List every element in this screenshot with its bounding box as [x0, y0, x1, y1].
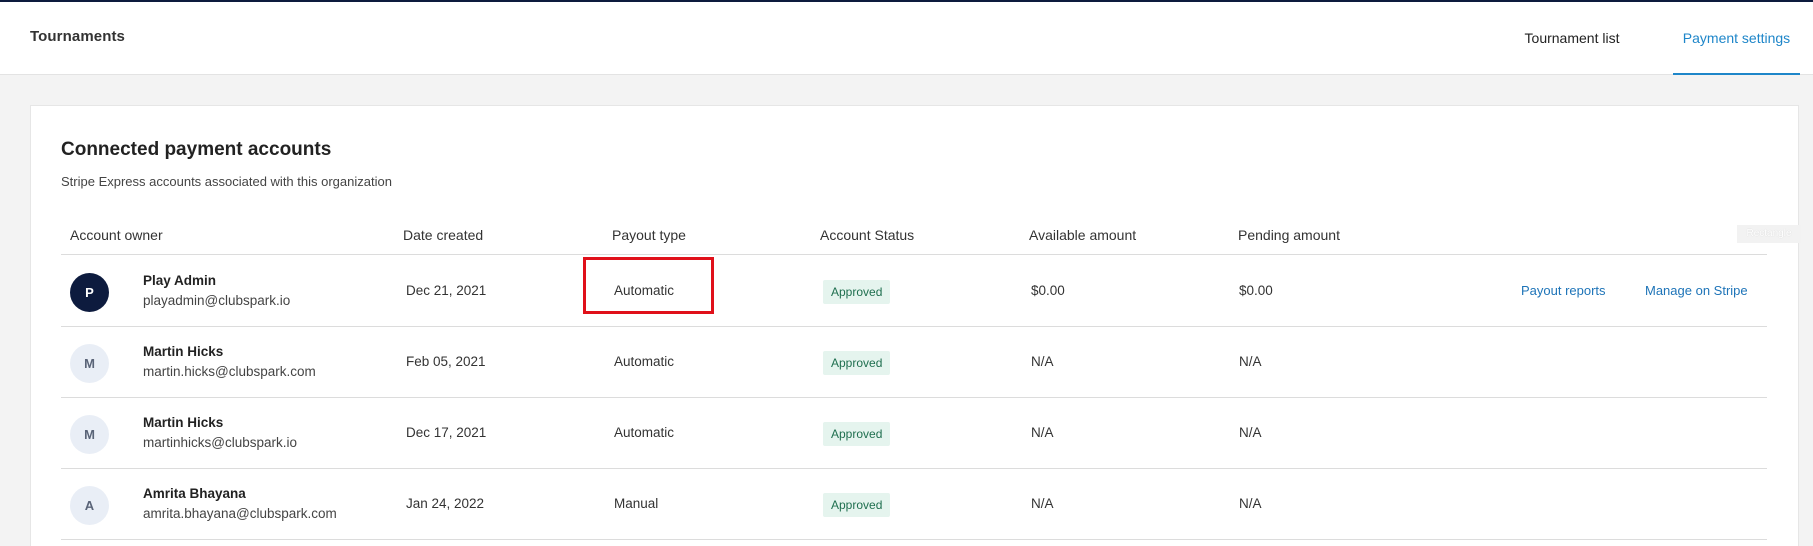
pending-amount: N/A [1239, 354, 1262, 369]
payment-accounts-card: Connected payment accounts Stripe Expres… [30, 105, 1799, 546]
status-badge: Approved [823, 351, 891, 375]
column-header-payout-type: Payout type [612, 227, 686, 243]
column-header-account-status: Account Status [820, 227, 915, 243]
page-title: Tournaments [30, 28, 125, 45]
column-header-date-created: Date created [403, 227, 484, 243]
owner-name: Play Admin [143, 273, 217, 288]
table-row[interactable]: P Play Admin playadmin@clubspark.io Dec … [61, 256, 1767, 327]
payout-type: Automatic [614, 425, 675, 440]
date-created: Jan 24, 2022 [406, 496, 485, 511]
card-subtitle: Stripe Express accounts associated with … [61, 174, 392, 189]
pending-amount: $0.00 [1239, 283, 1273, 298]
available-amount: N/A [1031, 425, 1054, 440]
rectangle-annotation-label: Rectangle [1737, 225, 1801, 243]
status-badge: Approved [823, 422, 891, 446]
payout-reports-link[interactable]: Payout reports [1521, 283, 1606, 298]
tab-tournament-list[interactable]: Tournament list [1492, 2, 1652, 75]
column-header-pending-amount: Pending amount [1238, 227, 1340, 243]
manage-on-stripe-link[interactable]: Manage on Stripe [1645, 283, 1748, 298]
avatar: M [70, 415, 109, 454]
tab-payment-settings[interactable]: Payment settings [1673, 2, 1800, 75]
avatar: P [70, 273, 109, 312]
available-amount: N/A [1031, 354, 1054, 369]
date-created: Dec 17, 2021 [406, 425, 487, 440]
column-header-available-amount: Available amount [1029, 227, 1137, 243]
date-created: Feb 05, 2021 [406, 354, 486, 369]
column-header-account-owner: Account owner [70, 227, 163, 243]
pending-amount: N/A [1239, 425, 1262, 440]
status-badge: Approved [823, 493, 891, 517]
owner-email: amrita.bhayana@clubspark.com [143, 506, 337, 521]
app-header: Tournaments Tournament list Payment sett… [0, 2, 1813, 75]
owner-name: Martin Hicks [143, 415, 224, 430]
owner-email: martinhicks@clubspark.io [143, 435, 298, 450]
avatar: A [70, 486, 109, 525]
status-badge: Approved [823, 280, 891, 304]
table-row[interactable]: M Martin Hicks martin.hicks@clubspark.co… [61, 327, 1767, 398]
available-amount: N/A [1031, 496, 1054, 511]
table-header: Account owner Date created Payout type A… [61, 221, 1767, 255]
pending-amount: N/A [1239, 496, 1262, 511]
card-title: Connected payment accounts [61, 139, 332, 160]
owner-email: martin.hicks@clubspark.com [143, 364, 316, 379]
owner-name: Martin Hicks [143, 344, 224, 359]
date-created: Dec 21, 2021 [406, 283, 487, 298]
available-amount: $0.00 [1031, 283, 1065, 298]
owner-email: playadmin@clubspark.io [143, 293, 291, 308]
payout-type: Automatic [614, 283, 675, 298]
payout-type: Manual [614, 496, 659, 511]
avatar: M [70, 344, 109, 383]
table-row[interactable]: M Martin Hicks martinhicks@clubspark.io … [61, 398, 1767, 469]
owner-name: Amrita Bhayana [143, 486, 246, 501]
table-row[interactable]: A Amrita Bhayana amrita.bhayana@clubspar… [61, 469, 1767, 540]
payout-type: Automatic [614, 354, 675, 369]
